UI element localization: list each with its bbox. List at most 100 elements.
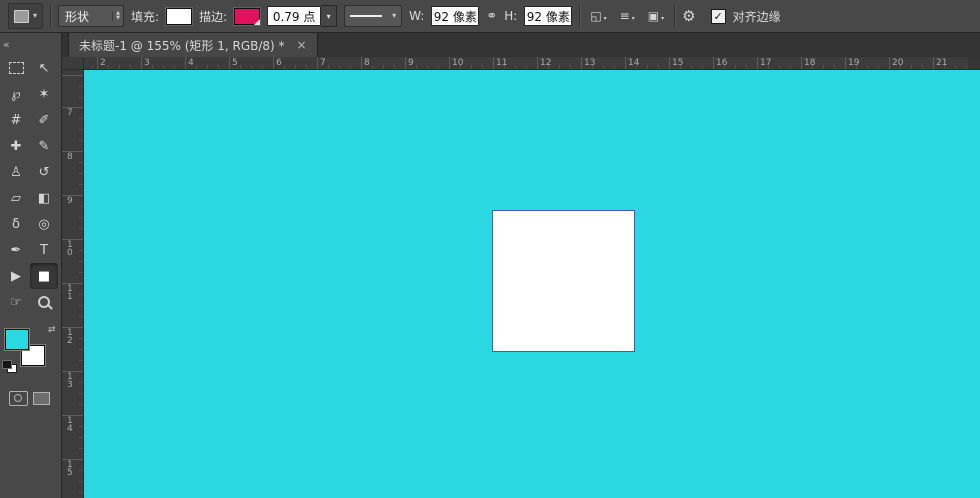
height-label: H: bbox=[504, 9, 517, 23]
ruler-end-corner bbox=[968, 57, 980, 70]
pen-tool[interactable]: ✒ bbox=[2, 237, 30, 263]
stroke-type-select[interactable]: ▾ bbox=[344, 5, 402, 27]
options-bar: ▾ 形状 ▲▼ 填充: 描边: 0.79 点 ▾ ▾ W: 92 像素 ⚭ H:… bbox=[0, 0, 980, 33]
h-ruler-label: 15 bbox=[672, 58, 683, 68]
move-tool-icon: ↖ bbox=[39, 62, 50, 75]
clone-stamp-tool-icon: ♙ bbox=[10, 166, 22, 179]
tool-preset-picker[interactable]: ▾ bbox=[8, 3, 43, 29]
v-ruler-label: 13 bbox=[67, 373, 79, 389]
brush-tool-icon: ✎ bbox=[39, 140, 50, 153]
stroke-width-dropdown[interactable]: ▾ bbox=[321, 5, 337, 27]
h-ruler-label: 14 bbox=[628, 58, 639, 68]
type-tool[interactable]: T bbox=[30, 237, 58, 263]
path-selection-tool-icon: ▶ bbox=[11, 270, 21, 283]
zoom-tool[interactable] bbox=[30, 289, 58, 315]
chevron-down-icon: ▾ bbox=[661, 16, 664, 22]
close-tab-icon[interactable]: × bbox=[297, 38, 307, 52]
tools-panel-header: « bbox=[0, 33, 61, 55]
crop-tool-icon: # bbox=[11, 114, 22, 127]
h-ruler-label: 3 bbox=[144, 58, 150, 68]
collapse-panel-icon[interactable]: « bbox=[3, 39, 10, 50]
h-ruler-label: 17 bbox=[760, 58, 771, 68]
history-brush-tool[interactable]: ↺ bbox=[30, 159, 58, 185]
crop-tool[interactable]: # bbox=[2, 107, 30, 133]
gear-icon[interactable]: ⚙ bbox=[682, 9, 695, 24]
spot-healing-brush-tool[interactable]: ✚ bbox=[2, 133, 30, 159]
tool-mode-select[interactable]: 形状 ▲▼ bbox=[58, 5, 124, 27]
shape-rectangle[interactable] bbox=[492, 210, 635, 352]
v-ruler-label: 12 bbox=[67, 329, 79, 345]
tools-panel-bottom bbox=[0, 375, 61, 406]
tab-strip: 未标题-1 @ 155% (矩形 1, RGB/8) * × bbox=[62, 33, 980, 57]
link-dimensions-icon[interactable]: ⚭ bbox=[486, 10, 497, 23]
zoom-tool-icon bbox=[38, 296, 50, 308]
rectangular-marquee-tool-icon bbox=[9, 62, 24, 74]
canvas[interactable] bbox=[84, 70, 980, 498]
gradient-tool[interactable]: ◧ bbox=[30, 185, 58, 211]
fill-label: 填充: bbox=[131, 8, 159, 25]
path-alignment-icon: ≡ bbox=[620, 10, 630, 22]
chevron-down-icon: ▾ bbox=[33, 12, 37, 20]
h-ruler-label: 18 bbox=[804, 58, 815, 68]
lasso-tool-icon: ℘ bbox=[11, 88, 20, 101]
vertical-ruler[interactable]: 789101112131415 bbox=[62, 70, 84, 498]
brush-tool[interactable]: ✎ bbox=[30, 133, 58, 159]
color-swatches: ⇄ bbox=[5, 327, 61, 375]
horizontal-ruler[interactable]: 23456789101112131415161718192021 bbox=[84, 57, 980, 70]
fill-swatch[interactable] bbox=[166, 8, 192, 25]
document-tab[interactable]: 未标题-1 @ 155% (矩形 1, RGB/8) * × bbox=[68, 33, 318, 57]
rectangular-marquee-tool[interactable] bbox=[2, 55, 30, 81]
h-ruler-label: 9 bbox=[408, 58, 414, 68]
h-ruler-label: 5 bbox=[232, 58, 238, 68]
ruler-corner[interactable] bbox=[62, 57, 84, 70]
path-operations-button[interactable]: ◱ ▾ bbox=[587, 8, 609, 24]
align-edges-label: 对齐边缘 bbox=[733, 8, 781, 25]
rectangle-tool[interactable]: ■ bbox=[30, 263, 58, 289]
v-ruler-label: 9 bbox=[67, 197, 79, 205]
magic-wand-tool[interactable]: ✶ bbox=[30, 81, 58, 107]
h-ruler-label: 2 bbox=[100, 58, 106, 68]
tools-panel: « ↖ ℘ ✶ # ✐ ✚ ✎ ♙ ↺▱ ◧ δ◎ ✒ T ▶ ■ ☞ ⇄ bbox=[0, 33, 62, 498]
move-tool[interactable]: ↖ bbox=[30, 55, 58, 81]
type-tool-icon: T bbox=[40, 244, 48, 257]
eraser-tool[interactable]: ▱ bbox=[2, 185, 30, 211]
lasso-tool[interactable]: ℘ bbox=[2, 81, 30, 107]
blur-tool[interactable]: δ bbox=[2, 211, 30, 237]
chevron-down-icon: ▾ bbox=[632, 16, 635, 22]
swap-colors-icon[interactable]: ⇄ bbox=[48, 325, 56, 335]
h-ruler-label: 12 bbox=[540, 58, 551, 68]
v-ruler-label: 14 bbox=[67, 417, 79, 433]
path-selection-tool[interactable]: ▶ bbox=[2, 263, 30, 289]
stroke-width-input[interactable]: 0.79 点 bbox=[267, 6, 321, 26]
dodge-tool[interactable]: ◎ bbox=[30, 211, 58, 237]
hand-tool[interactable]: ☞ bbox=[2, 289, 30, 315]
h-ruler-label: 10 bbox=[452, 58, 463, 68]
eyedropper-tool[interactable]: ✐ bbox=[30, 107, 58, 133]
chevron-down-icon: ▾ bbox=[604, 16, 607, 22]
eyedropper-tool-icon: ✐ bbox=[39, 114, 50, 127]
path-arrangement-button[interactable]: ▣ ▾ bbox=[645, 8, 667, 24]
magic-wand-tool-icon: ✶ bbox=[39, 88, 50, 101]
h-ruler-label: 20 bbox=[892, 58, 903, 68]
hand-tool-icon: ☞ bbox=[10, 296, 22, 309]
shape-width-input[interactable]: 92 像素 bbox=[431, 6, 479, 26]
stroke-width-group: 0.79 点 ▾ bbox=[267, 5, 337, 27]
default-colors-icon[interactable] bbox=[2, 360, 17, 373]
rectangle-tool-icon: ■ bbox=[38, 270, 50, 283]
gradient-tool-icon: ◧ bbox=[38, 192, 50, 205]
h-ruler-label: 7 bbox=[320, 58, 326, 68]
stroke-swatch[interactable] bbox=[234, 8, 260, 25]
clone-stamp-tool[interactable]: ♙ bbox=[2, 159, 30, 185]
screen-mode-button[interactable] bbox=[33, 392, 50, 405]
separator bbox=[579, 3, 580, 29]
photoshop-window: ▾ 形状 ▲▼ 填充: 描边: 0.79 点 ▾ ▾ W: 92 像素 ⚭ H:… bbox=[0, 0, 980, 498]
foreground-swatch[interactable] bbox=[5, 329, 29, 350]
path-alignment-button[interactable]: ≡ ▾ bbox=[617, 8, 638, 24]
pen-tool-icon: ✒ bbox=[11, 244, 22, 257]
shape-height-input[interactable]: 92 像素 bbox=[524, 6, 572, 26]
separator bbox=[50, 3, 51, 29]
quick-mask-button[interactable] bbox=[9, 391, 28, 406]
v-ruler-label: 10 bbox=[67, 241, 79, 257]
v-ruler-label: 7 bbox=[67, 109, 79, 117]
align-edges-checkbox[interactable]: ✓ bbox=[711, 9, 726, 24]
